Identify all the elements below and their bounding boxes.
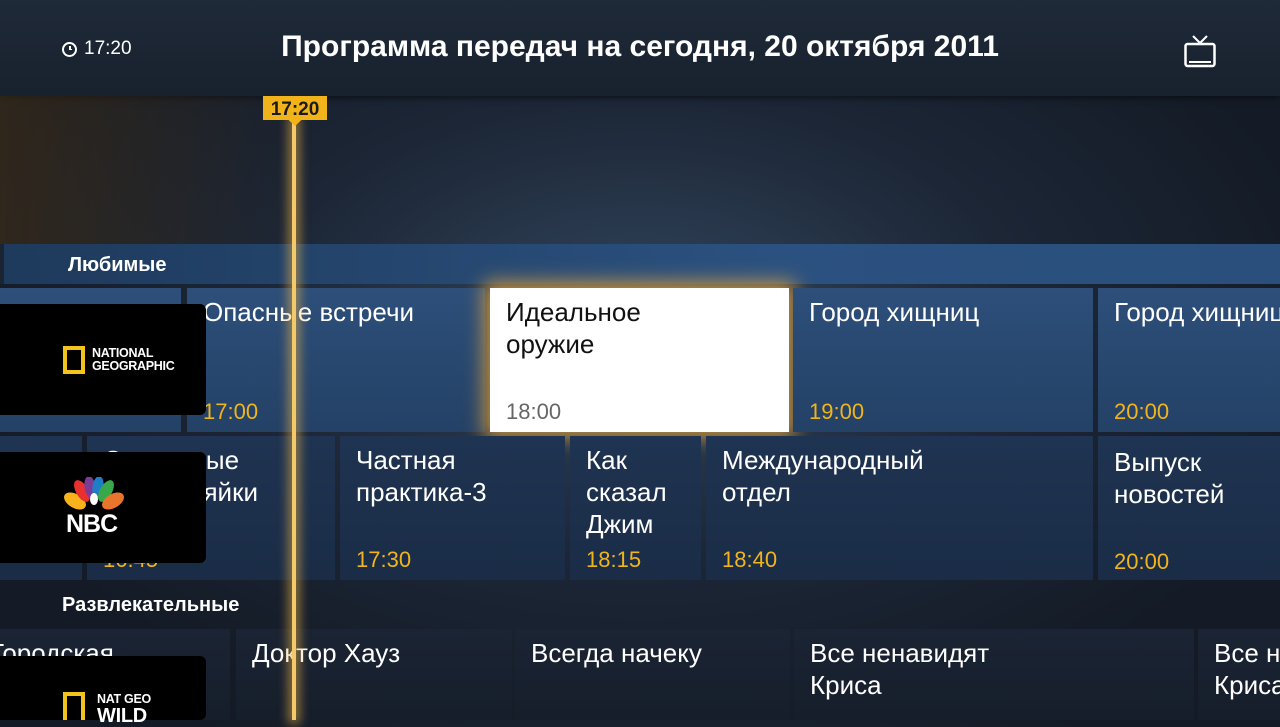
program-time: 18:40 — [722, 547, 778, 572]
program-title: Всегда начеку — [531, 638, 702, 668]
channel-logo-nbc[interactable]: NBC — [0, 452, 206, 563]
category-label: Любимые — [68, 254, 167, 276]
nbc-peacock-icon — [64, 477, 124, 510]
program-time: 19:00 — [809, 399, 865, 424]
program-cell[interactable]: Город хищниц 20:00 — [1098, 288, 1280, 432]
program-cell[interactable]: Все ненавидят Криса — [794, 629, 1194, 720]
program-time: 20:00 — [1114, 549, 1170, 574]
program-cell[interactable]: Город хищниц 19:00 — [793, 288, 1093, 432]
program-title: Частная практика-3 — [356, 445, 487, 507]
nbc-wordmark: NBC — [66, 510, 118, 538]
tv-icon[interactable] — [1184, 34, 1216, 68]
natgeo-frame-icon — [63, 692, 85, 720]
program-title: Как сказал Джим — [586, 445, 667, 539]
logo-line: WILD — [97, 705, 147, 727]
category-label: Развлекательные — [62, 594, 240, 616]
program-title: Опасные встречи — [203, 297, 415, 327]
channel-logo-natgeo-wild[interactable]: NAT GEO WILD — [0, 656, 206, 726]
program-time: 18:15 — [586, 547, 642, 572]
program-title: Город хищниц — [809, 297, 980, 327]
program-cell-selected[interactable]: Идеальное оружие 18:00 — [490, 288, 789, 432]
current-time-line — [292, 120, 296, 720]
program-title: Доктор Хауз — [252, 638, 401, 668]
program-cell[interactable]: Доктор Хауз — [236, 629, 512, 720]
program-cell[interactable]: Международный отдел 18:40 — [706, 436, 1093, 580]
program-title: Все ненавидят Криса — [810, 638, 990, 700]
program-cell[interactable]: Выпуск новостей 20:00 — [1098, 436, 1280, 580]
program-title: Выпуск новостей — [1114, 447, 1225, 509]
program-time: 20:00 — [1114, 399, 1170, 424]
program-cell[interactable]: Всегда начеку — [515, 629, 790, 720]
channel-logo-natgeo[interactable]: NATIONAL GEOGRAPHIC — [0, 304, 206, 415]
program-cell[interactable]: Все ненавидят Криса — [1198, 629, 1280, 720]
timeline-past-shade — [0, 96, 300, 256]
program-time: 17:00 — [203, 399, 259, 424]
category-favorites: Любимые — [0, 244, 1280, 284]
category-entertainment: Развлекательные — [0, 588, 1280, 624]
program-cell[interactable]: Как сказал Джим 18:15 — [570, 436, 701, 580]
logo-line: GEOGRAPHIC — [92, 359, 175, 373]
natgeo-frame-icon — [63, 346, 85, 374]
program-time: 18:00 — [506, 399, 562, 424]
program-cell[interactable]: Частная практика-3 17:30 — [340, 436, 565, 580]
program-title: Международный отдел — [722, 445, 924, 507]
program-title: Город хищниц — [1114, 297, 1280, 327]
page-title: Программа передач на сегодня, 20 октября… — [281, 30, 999, 63]
program-cell[interactable]: Опасные встречи 17:00 — [187, 288, 485, 432]
natgeo-wordmark: NATIONAL GEOGRAPHIC — [92, 347, 175, 373]
natgeo-wild-wordmark: NAT GEO WILD — [97, 693, 151, 727]
program-time: 17:30 — [356, 547, 412, 572]
header: 17:20 Программа передач на сегодня, 20 о… — [0, 0, 1280, 96]
program-title: Все ненавидят Криса — [1214, 638, 1280, 700]
program-title: Идеальное оружие — [506, 297, 641, 359]
